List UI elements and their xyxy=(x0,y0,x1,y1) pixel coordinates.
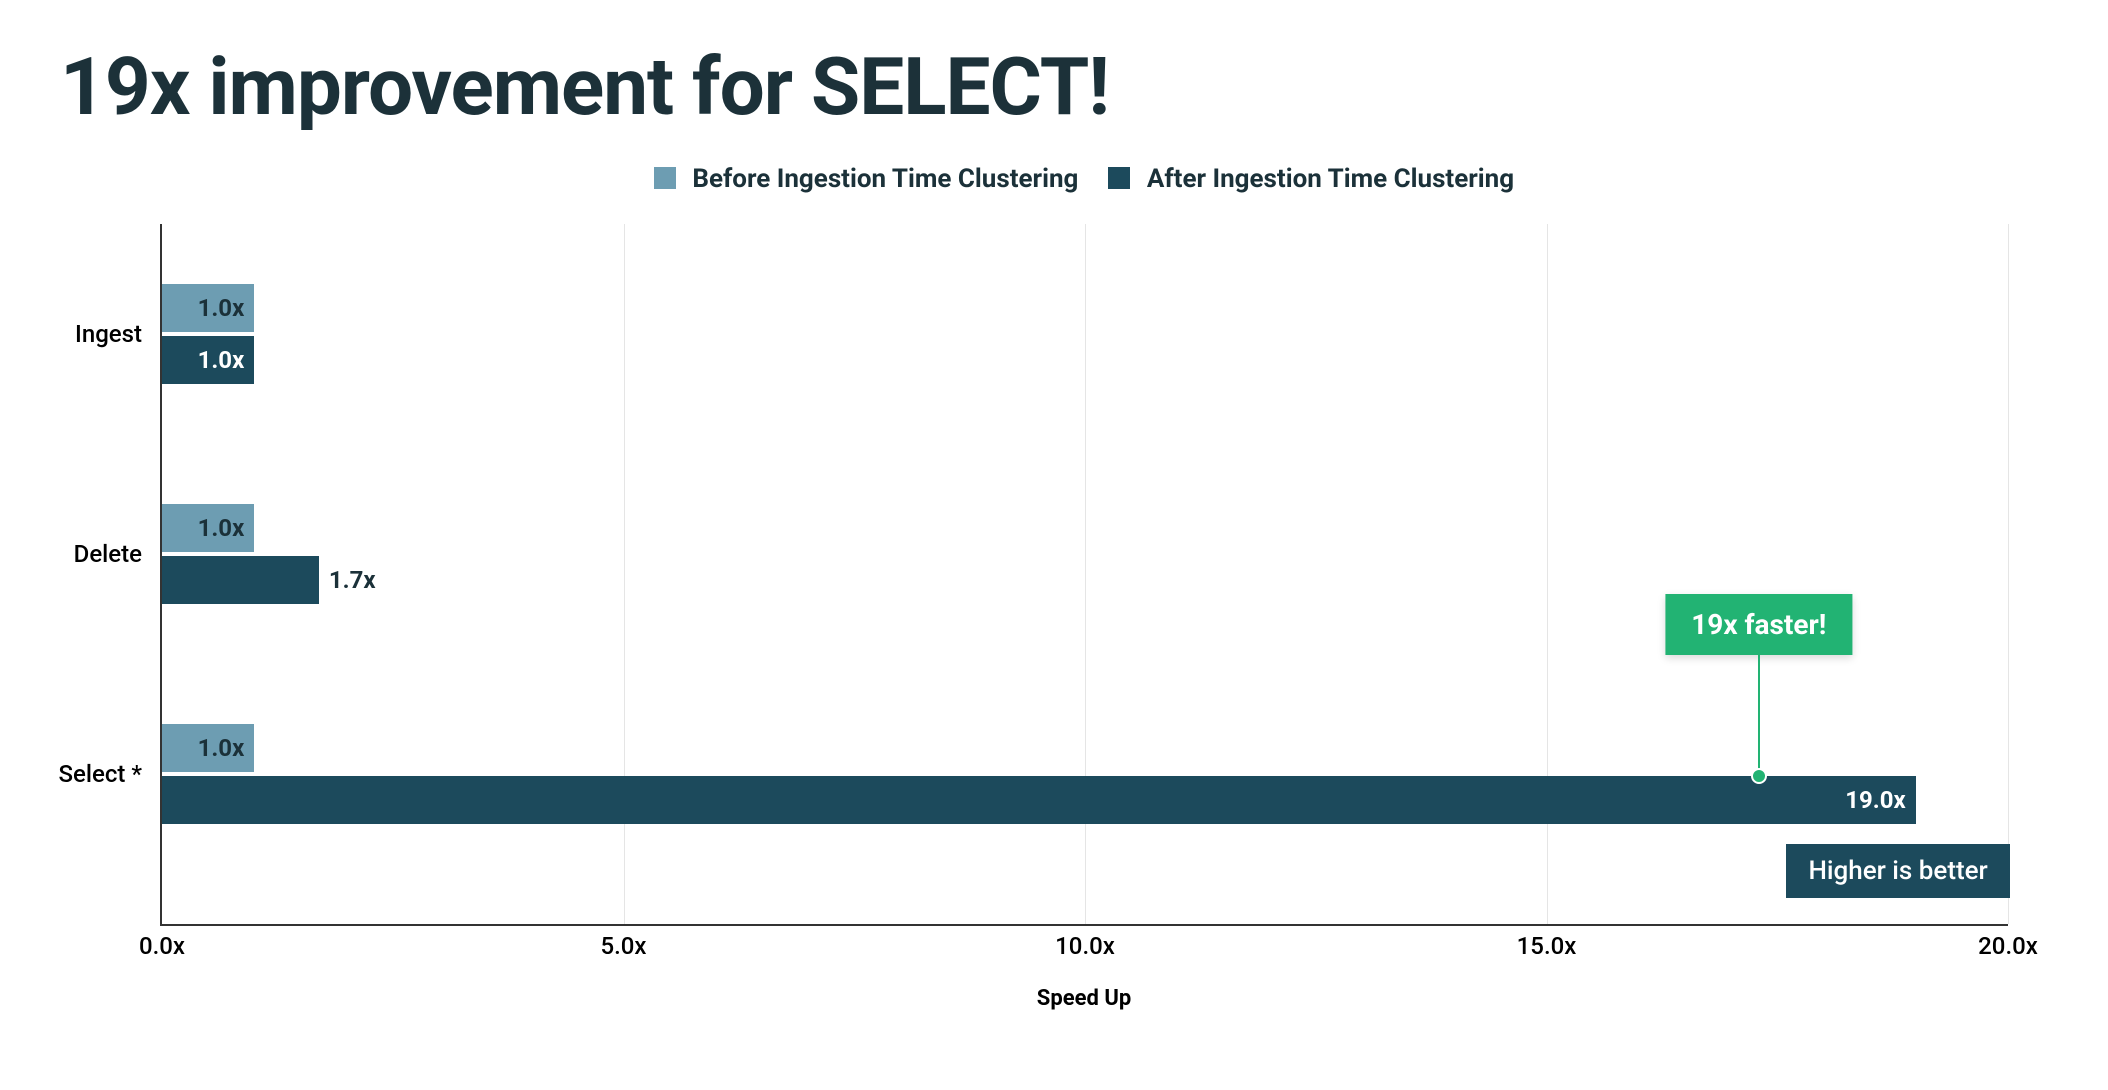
chart-container: Before Ingestion Time Clustering After I… xyxy=(160,164,2008,1011)
bar-label: 19.0x xyxy=(1845,786,1905,814)
legend-label-after: After Ingestion Time Clustering xyxy=(1147,164,1514,194)
x-tick-label: 5.0x xyxy=(600,932,646,960)
callout-dot xyxy=(1751,768,1767,784)
y-tick-label-select: Select * xyxy=(59,760,142,788)
bar-label: 1.0x xyxy=(198,346,245,374)
legend-item-before: Before Ingestion Time Clustering xyxy=(654,164,1079,194)
bar-select-before: 1.0x xyxy=(162,724,254,772)
bar-delete-after: 1.7x xyxy=(162,556,319,604)
x-tick-label: 15.0x xyxy=(1517,932,1577,960)
x-tick-label: 10.0x xyxy=(1055,932,1115,960)
gridline xyxy=(2008,224,2009,924)
bar-ingest-after: 1.0x xyxy=(162,336,254,384)
axis-note: Higher is better xyxy=(1786,844,2009,898)
bar-label: 1.7x xyxy=(329,566,376,594)
legend-swatch-before xyxy=(654,167,676,189)
y-tick-label-ingest: Ingest xyxy=(75,320,142,348)
y-tick-label-delete: Delete xyxy=(74,540,142,568)
bar-label: 1.0x xyxy=(198,514,245,542)
chart-page: 19x improvement for SELECT! Before Inges… xyxy=(0,0,2108,1090)
bar-label: 1.0x xyxy=(198,734,245,762)
x-axis-label: Speed Up xyxy=(160,986,2008,1011)
legend-item-after: After Ingestion Time Clustering xyxy=(1108,164,1514,194)
callout-leader-line xyxy=(1758,654,1760,774)
bar-ingest-before: 1.0x xyxy=(162,284,254,332)
bar-select-after: 19.0x xyxy=(162,776,1916,824)
legend-label-before: Before Ingestion Time Clustering xyxy=(692,164,1078,194)
bar-delete-before: 1.0x xyxy=(162,504,254,552)
legend-swatch-after xyxy=(1108,167,1130,189)
callout-badge: 19x faster! xyxy=(1665,594,1852,655)
plot-area: 0.0x 5.0x 10.0x 15.0x 20.0x Ingest 1.0x … xyxy=(160,224,2008,926)
bar-label: 1.0x xyxy=(198,294,245,322)
chart-legend: Before Ingestion Time Clustering After I… xyxy=(160,164,2008,194)
x-tick-label: 0.0x xyxy=(139,932,185,960)
chart-title: 19x improvement for SELECT! xyxy=(60,40,2048,134)
x-tick-label: 20.0x xyxy=(1978,932,2038,960)
